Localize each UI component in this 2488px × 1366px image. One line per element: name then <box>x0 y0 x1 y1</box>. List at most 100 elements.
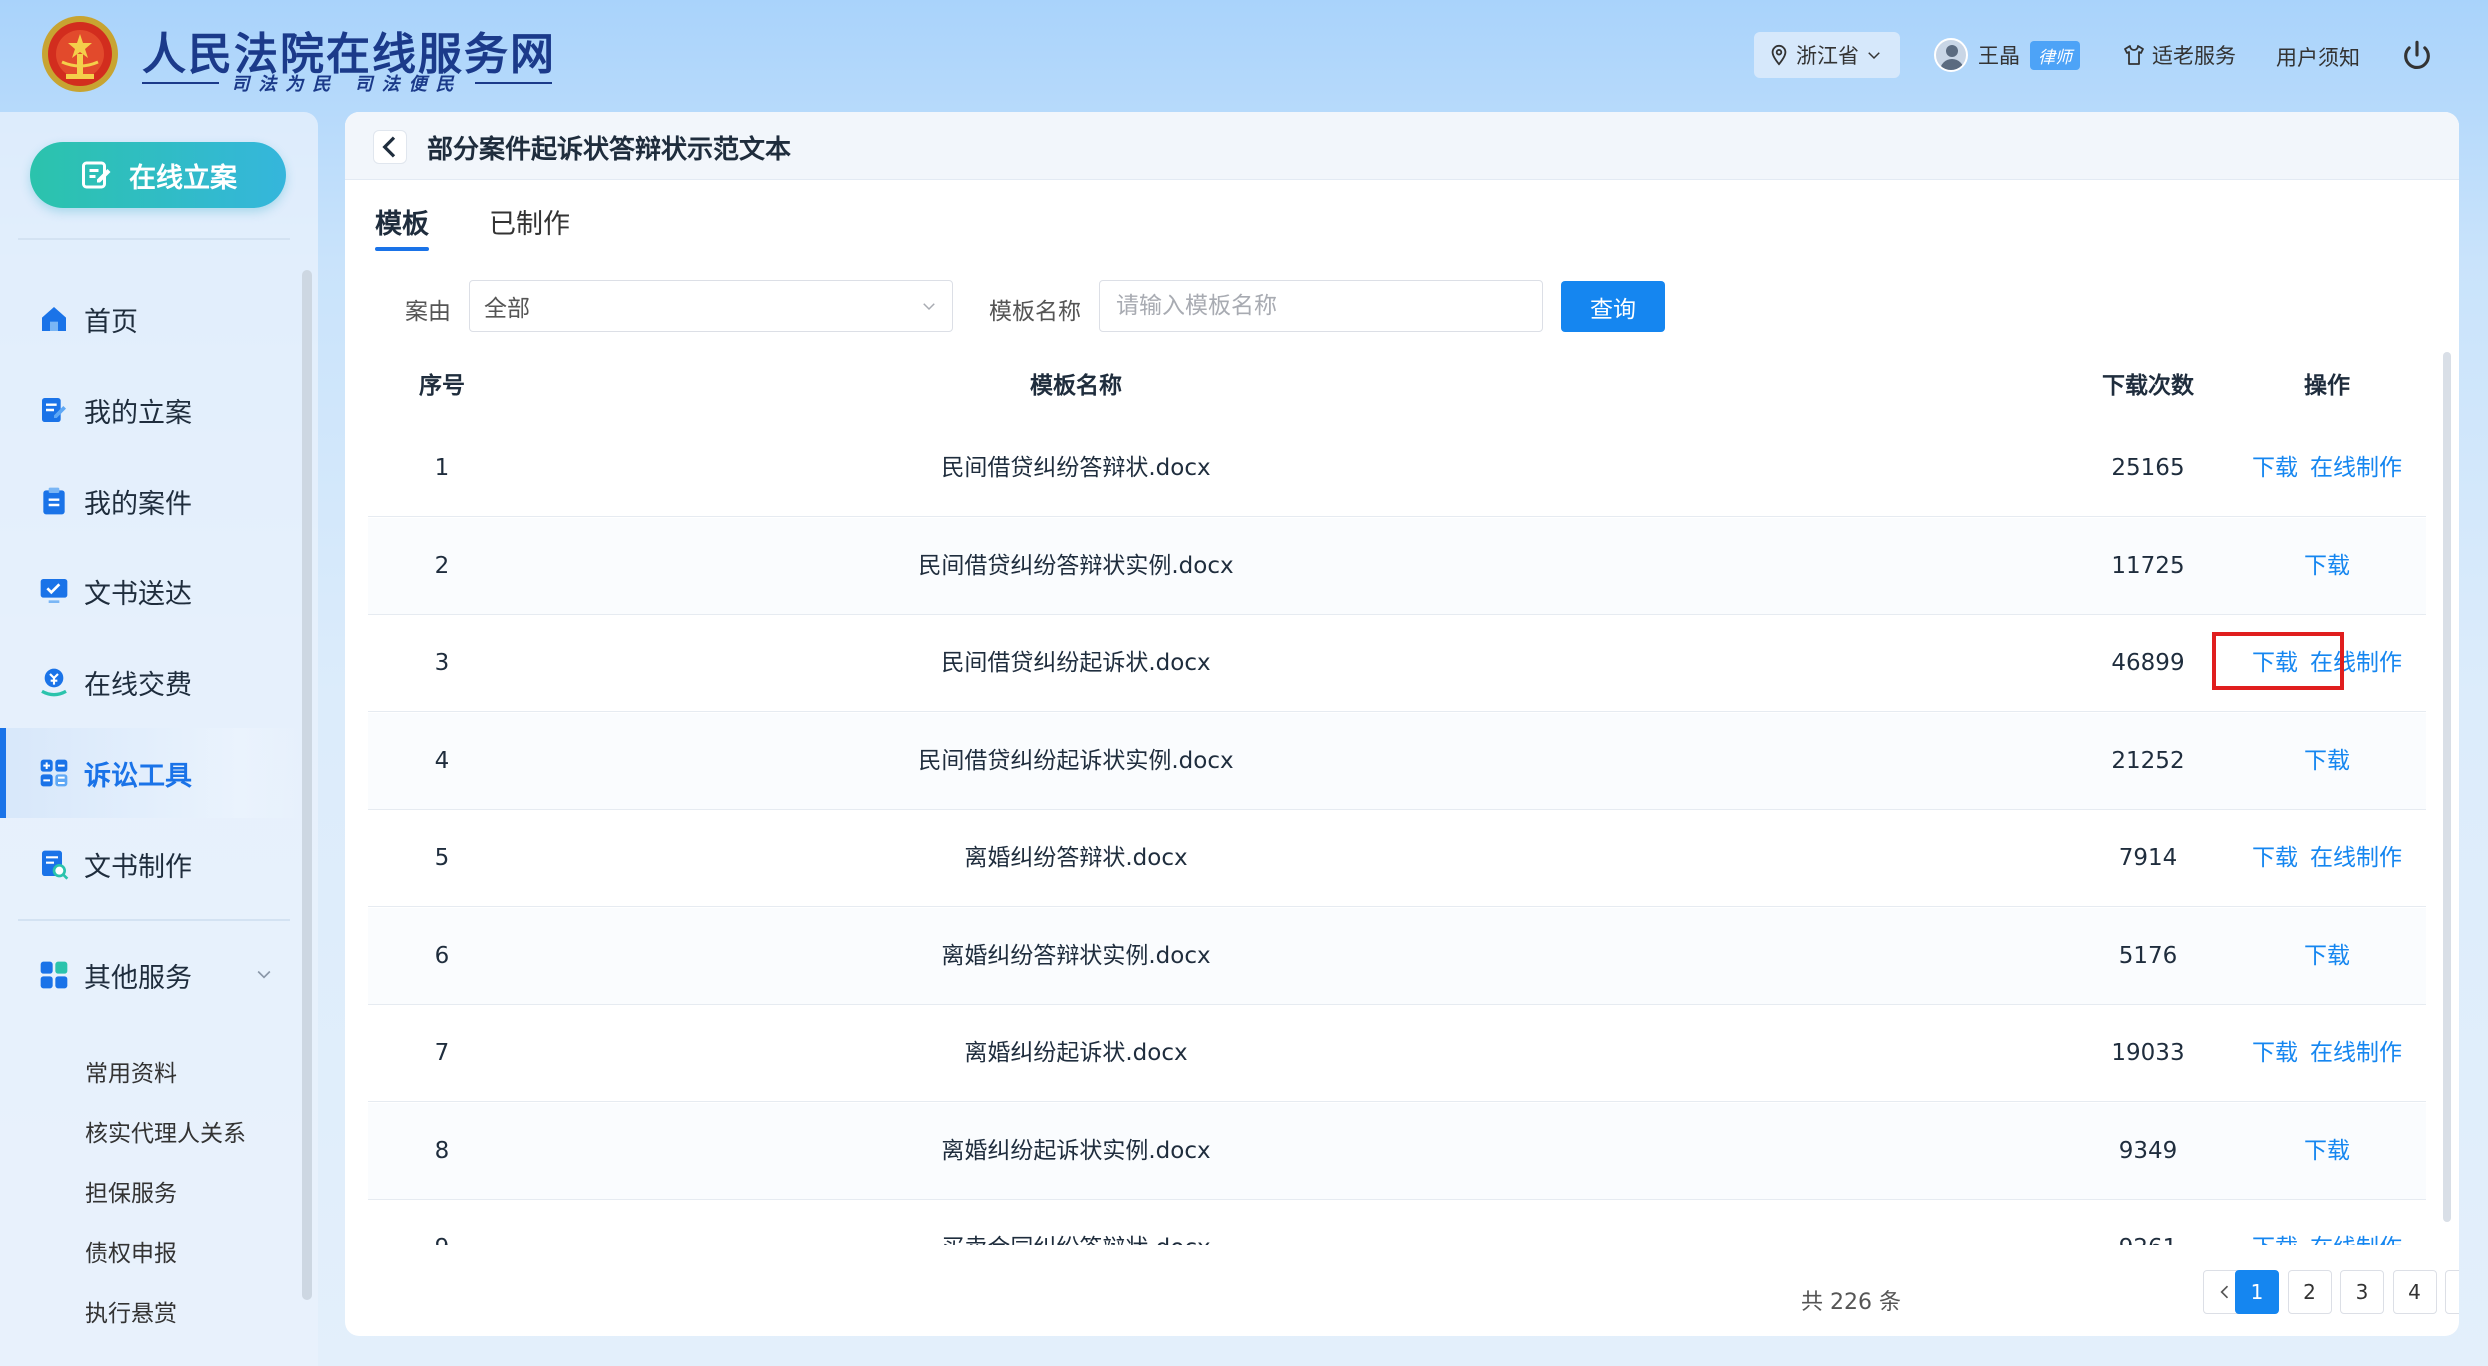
online-create-link[interactable]: 在线制作 <box>2310 810 2402 907</box>
table-row: 7 离婚纠纷起诉状.docx 19033 下载 在线制作 <box>368 1005 2426 1102</box>
sidebar-scrollbar[interactable] <box>302 270 312 1300</box>
pagination-page-2[interactable]: 2 <box>2287 1270 2332 1314</box>
role-badge: 律师 <box>2030 40 2080 70</box>
download-link[interactable]: 下载 <box>2252 615 2298 712</box>
sidebar-item-label: 文书制作 <box>84 851 192 883</box>
online-create-link[interactable]: 在线制作 <box>2310 420 2402 517</box>
template-name: 买卖合同纠纷答辩状.docx <box>516 1200 1636 1245</box>
template-table: 序号 模板名称 下载次数 操作 1 民间借贷纠纷答辩状.docx 25165 下载 在线… <box>368 352 2426 1245</box>
sidebar-item-my-cases[interactable]: 我的案件 <box>0 456 300 546</box>
shirt-icon <box>2124 45 2144 65</box>
table-header: 序号 模板名称 下载次数 操作 <box>368 352 2426 420</box>
elder-service-link[interactable]: 适老服务 <box>2122 40 2236 70</box>
row-actions: 下载 <box>2228 518 2426 615</box>
download-link[interactable]: 下载 <box>2304 908 2350 1005</box>
download-link[interactable]: 下载 <box>2252 1005 2298 1102</box>
back-button[interactable] <box>373 130 407 164</box>
download-link[interactable]: 下载 <box>2252 810 2298 907</box>
case-cause-value: 全部 <box>484 296 530 322</box>
template-name-label: 模板名称 <box>989 299 1081 325</box>
region-label: 浙江省 <box>1796 44 1859 68</box>
user-menu[interactable]: 王晶 律师 <box>1934 34 2080 76</box>
column-header-downloads: 下载次数 <box>2102 373 2194 399</box>
power-icon[interactable] <box>2400 38 2434 72</box>
sidebar-item-document-drafting[interactable]: 文书制作 <box>0 819 300 909</box>
sidebar-item-home[interactable]: 首页 <box>0 274 300 364</box>
online-create-link[interactable]: 在线制作 <box>2310 1005 2402 1102</box>
download-link[interactable]: 下载 <box>2252 1200 2298 1245</box>
download-count: 9349 <box>2118 1137 2178 1164</box>
template-name: 离婚纠纷答辩状实例.docx <box>941 942 1211 969</box>
case-cause-select[interactable]: 全部 <box>469 280 953 332</box>
sidebar-subitem-verify-agent[interactable]: 核实代理人关系 <box>85 1114 246 1148</box>
sidebar-divider <box>18 919 290 921</box>
sidebar-item-label: 诉讼工具 <box>84 760 192 792</box>
template-name: 离婚纠纷答辩状.docx <box>964 845 1188 871</box>
chevron-left-icon <box>382 136 396 158</box>
download-count: 25165 <box>2111 455 2185 481</box>
apps-icon <box>40 961 68 989</box>
sidebar-subitem-claim-declaration[interactable]: 债权申报 <box>85 1234 177 1268</box>
sidebar-subitem-enforcement-reward[interactable]: 执行悬赏 <box>85 1294 177 1328</box>
pagination-page-1[interactable]: 1 <box>2235 1270 2279 1314</box>
column-header-name: 模板名称 <box>1030 373 1122 399</box>
page-title: 部分案件起诉状答辩状示范文本 <box>427 135 792 165</box>
sidebar-item-litigation-tools[interactable]: 诉讼工具 <box>0 728 300 818</box>
table-row: 8 离婚纠纷起诉状实例.docx 9349 下载 <box>368 1102 2426 1200</box>
payment-icon <box>41 668 67 697</box>
table-row: 5 离婚纠纷答辩状.docx 7914 下载 在线制作 <box>368 810 2426 907</box>
online-create-link[interactable]: 在线制作 <box>2310 615 2402 712</box>
download-count: 11725 <box>2111 552 2185 579</box>
home-icon <box>42 307 66 331</box>
slogan-text: 司法为民 司法便民 <box>231 74 463 95</box>
sidebar-subitem-common-materials[interactable]: 常用资料 <box>85 1054 177 1088</box>
row-index: 7 <box>434 1040 450 1066</box>
tab-template[interactable]: 模板 <box>375 202 429 241</box>
download-link[interactable]: 下载 <box>2252 420 2298 517</box>
template-name: 民间借贷纠纷起诉状实例.docx <box>918 747 1234 774</box>
template-name: 民间借贷纠纷答辩状.docx <box>941 455 1211 481</box>
sidebar-item-my-filings[interactable]: 我的立案 <box>0 365 300 455</box>
sidebar-item-label: 我的立案 <box>84 397 192 429</box>
sidebar-item-online-payment[interactable]: 在线交费 <box>0 637 300 727</box>
pagination-page-3[interactable]: 3 <box>2340 1270 2384 1314</box>
region-selector[interactable]: 浙江省 <box>1754 32 1900 78</box>
row-index: 9 <box>368 1200 516 1245</box>
sidebar-item-label: 文书送达 <box>84 578 192 610</box>
template-name: 民间借贷纠纷答辩状实例.docx <box>918 552 1234 579</box>
file-case-label: 在线立案 <box>129 162 237 194</box>
template-name: 离婚纠纷起诉状.docx <box>964 1040 1188 1066</box>
table-scrollbar[interactable] <box>2443 352 2451 1222</box>
row-actions: 下载在线制作 <box>2228 420 2426 517</box>
download-link[interactable]: 下载 <box>2304 1103 2350 1200</box>
sidebar-divider <box>18 238 290 240</box>
monitor-check-icon <box>40 579 68 603</box>
site-slogan: 司法为民 司法便民 <box>142 73 552 95</box>
chevron-left-icon <box>2220 1285 2229 1299</box>
pagination-page-5[interactable]: 5 <box>2445 1270 2459 1314</box>
download-link[interactable]: 下载 <box>2304 713 2350 810</box>
download-count: 9261 <box>2068 1200 2228 1245</box>
file-case-button[interactable]: 在线立案 <box>30 142 286 208</box>
template-name: 民间借贷纠纷起诉状.docx <box>941 650 1211 676</box>
sidebar-item-label: 首页 <box>84 306 138 338</box>
pagination-page-4[interactable]: 4 <box>2392 1270 2437 1314</box>
sidebar-subitem-guarantee-service[interactable]: 担保服务 <box>85 1174 177 1208</box>
table-row: 3 民间借贷纠纷起诉状.docx 46899 下载 在线制作 <box>368 615 2426 712</box>
download-link[interactable]: 下载 <box>2304 518 2350 615</box>
table-row: 2 民间借贷纠纷答辩状实例.docx 11725 下载 <box>368 517 2426 615</box>
row-index: 1 <box>434 455 450 481</box>
row-index: 6 <box>434 942 450 969</box>
top-header: 人民法院在线服务网 司法为民 司法便民 浙江省 王晶 律师 适老服务 用户须知 <box>0 0 2488 110</box>
user-notice-link[interactable]: 用户须知 <box>2276 42 2360 72</box>
template-name-input[interactable] <box>1099 280 1543 332</box>
sidebar-item-other-services[interactable]: 其他服务 <box>0 930 300 1020</box>
online-create-link[interactable]: 在线制作 <box>2310 1200 2402 1245</box>
sidebar-item-document-delivery[interactable]: 文书送达 <box>0 546 300 636</box>
download-count: 7914 <box>2118 845 2178 871</box>
download-count: 5176 <box>2118 942 2178 969</box>
document-search-icon <box>42 850 69 880</box>
query-button[interactable]: 查询 <box>1561 281 1665 332</box>
row-index: 5 <box>434 845 450 871</box>
tab-created[interactable]: 已制作 <box>489 202 570 241</box>
